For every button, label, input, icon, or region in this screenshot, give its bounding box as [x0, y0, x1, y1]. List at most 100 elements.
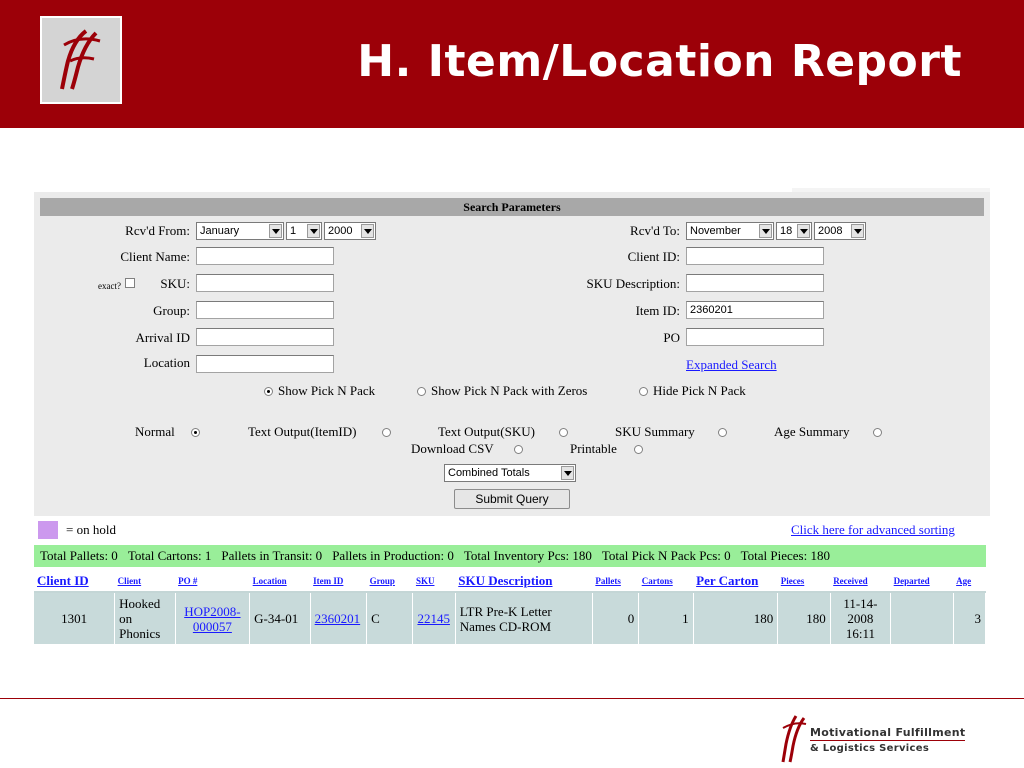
- logo-mark-icon: [781, 715, 807, 763]
- advanced-sorting-link[interactable]: Click here for advanced sorting: [791, 522, 955, 538]
- output-age-summary-label: Age Summary: [774, 424, 850, 439]
- col-sku-description[interactable]: SKU Description: [455, 570, 593, 593]
- col-po[interactable]: PO #: [175, 570, 250, 593]
- company-logo: [40, 16, 122, 104]
- col-group[interactable]: Group: [366, 570, 413, 593]
- rcvd-to-year-select[interactable]: 2008: [814, 222, 866, 240]
- po-label: PO: [663, 330, 680, 345]
- search-parameters-header: Search Parameters: [40, 198, 984, 216]
- show-pick-n-pack-label: Show Pick N Pack: [278, 383, 376, 398]
- cell-received: 11-14-2008 16:11: [830, 592, 892, 644]
- cell-item-id: 2360201: [310, 592, 368, 644]
- totals-bar: Total Pallets: 0 Total Cartons: 1 Pallets …: [34, 545, 986, 567]
- total-pick-n-pack-pcs: Total Pick N Pack Pcs: 0: [601, 548, 731, 563]
- cell-sku-description: LTR Pre-K Letter Names CD-ROM: [455, 592, 593, 644]
- total-pieces: Total Pieces: 180: [740, 548, 830, 563]
- item-id-label: Item ID:: [635, 303, 680, 318]
- rcvd-from-day-select[interactable]: 1: [286, 222, 322, 240]
- totals-mode-select[interactable]: Combined Totals: [444, 464, 576, 482]
- col-client[interactable]: Client: [114, 570, 176, 593]
- chevron-down-icon: [269, 224, 282, 238]
- col-item-id[interactable]: Item ID: [310, 570, 367, 593]
- col-cartons[interactable]: Cartons: [638, 570, 694, 593]
- item-id-link[interactable]: 2360201: [315, 611, 361, 626]
- cell-pallets: 0: [592, 592, 640, 644]
- table-header-row: Client ID Client PO # Location Item ID G…: [34, 570, 986, 593]
- exact-label: exact?: [98, 281, 121, 291]
- group-label: Group:: [153, 303, 190, 318]
- show-pick-n-pack-zeros-label: Show Pick N Pack with Zeros: [431, 383, 588, 398]
- sku-description-input[interactable]: [686, 274, 824, 292]
- sku-link[interactable]: 22145: [417, 611, 450, 626]
- col-pieces[interactable]: Pieces: [777, 570, 831, 593]
- show-pick-n-pack-zeros-radio[interactable]: [417, 387, 426, 396]
- sku-description-label: SKU Description:: [586, 276, 680, 291]
- cell-per-carton: 180: [693, 592, 779, 644]
- cell-group: C: [366, 592, 414, 644]
- chevron-down-icon: [851, 224, 864, 238]
- output-normal-radio[interactable]: [191, 428, 200, 437]
- footer-divider: [0, 698, 1024, 699]
- po-link[interactable]: HOP2008-000057: [184, 604, 240, 634]
- rcvd-from-year-select[interactable]: 2000: [324, 222, 376, 240]
- pallets-in-transit: Pallets in Transit: 0: [221, 548, 323, 563]
- col-client-id[interactable]: Client ID: [34, 570, 115, 593]
- chevron-down-icon: [561, 466, 574, 480]
- col-departed[interactable]: Departed: [890, 570, 954, 593]
- client-name-label: Client Name:: [120, 249, 190, 264]
- location-input[interactable]: [196, 355, 334, 373]
- group-input[interactable]: [196, 301, 334, 319]
- rcvd-to-day-select[interactable]: 18: [776, 222, 812, 240]
- on-hold-swatch: [38, 521, 58, 539]
- po-input[interactable]: [686, 328, 824, 346]
- footer-company-name: Motivational Fulfillment & Logistics Ser…: [810, 726, 966, 754]
- col-location[interactable]: Location: [249, 570, 311, 593]
- cell-age: 3: [953, 592, 987, 644]
- on-hold-label: = on hold: [66, 522, 116, 537]
- rcvd-to-month-select[interactable]: November: [686, 222, 774, 240]
- location-label: Location: [143, 355, 190, 370]
- total-inventory-pcs: Total Inventory Pcs: 180: [463, 548, 592, 563]
- hide-pick-n-pack-label: Hide Pick N Pack: [653, 383, 746, 398]
- output-age-summary-radio[interactable]: [873, 428, 882, 437]
- submit-query-button[interactable]: Submit Query: [454, 489, 570, 509]
- rcvd-to-label: Rcv'd To:: [630, 223, 680, 238]
- output-sku-summary-radio[interactable]: [718, 428, 727, 437]
- expanded-search-link[interactable]: Expanded Search: [686, 357, 777, 373]
- cell-cartons: 1: [638, 592, 694, 644]
- chevron-down-icon: [361, 224, 374, 238]
- sku-label: SKU:: [160, 276, 190, 291]
- col-age[interactable]: Age: [953, 570, 986, 593]
- client-id-input[interactable]: [686, 247, 824, 265]
- search-panel: Search Parameters Rcv'd From: January 1 …: [34, 188, 990, 516]
- slide-title: H. Item/Location Report: [357, 36, 962, 87]
- rcvd-from-month-select[interactable]: January: [196, 222, 284, 240]
- cell-client-id: 1301: [34, 592, 116, 644]
- output-printable-label: Printable: [570, 441, 617, 456]
- cell-pieces: 180: [777, 592, 831, 644]
- hide-pick-n-pack-radio[interactable]: [639, 387, 648, 396]
- results-table: Client ID Client PO # Location Item ID G…: [34, 570, 987, 644]
- output-sku-summary-label: SKU Summary: [615, 424, 695, 439]
- chevron-down-icon: [759, 224, 772, 238]
- cell-departed: [890, 592, 954, 644]
- output-printable-radio[interactable]: [634, 445, 643, 454]
- sku-input[interactable]: [196, 274, 334, 292]
- arrival-id-input[interactable]: [196, 328, 334, 346]
- output-download-csv-radio[interactable]: [514, 445, 523, 454]
- client-name-input[interactable]: [196, 247, 334, 265]
- col-received[interactable]: Received: [830, 570, 891, 593]
- col-per-carton[interactable]: Per Carton: [693, 570, 778, 593]
- chevron-down-icon: [797, 224, 810, 238]
- cell-location: G-34-01: [249, 592, 311, 644]
- col-pallets[interactable]: Pallets: [592, 570, 639, 593]
- output-normal-label: Normal: [135, 424, 175, 439]
- exact-checkbox[interactable]: [125, 278, 135, 288]
- col-sku[interactable]: SKU: [412, 570, 456, 593]
- output-text-sku-radio[interactable]: [559, 428, 568, 437]
- item-id-input[interactable]: 2360201: [686, 301, 824, 319]
- output-text-itemid-radio[interactable]: [382, 428, 391, 437]
- output-download-csv-label: Download CSV: [411, 441, 494, 456]
- show-pick-n-pack-radio[interactable]: [264, 387, 273, 396]
- table-row: 1301 Hooked on Phonics HOP2008-000057 G-…: [34, 592, 987, 644]
